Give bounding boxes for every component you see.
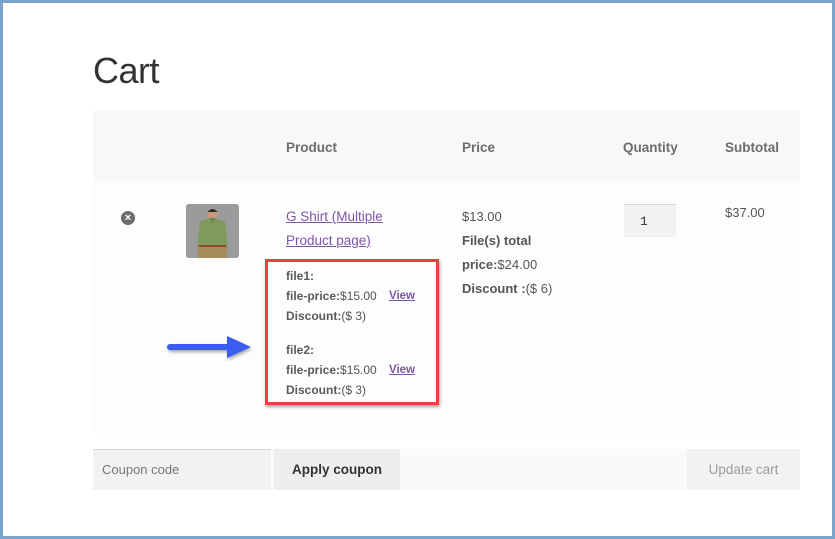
file-price: $15.00 [340, 363, 377, 377]
files-total-label: File(s) total [462, 233, 532, 248]
files-total-price: $24.00 [497, 257, 538, 272]
quantity-input[interactable]: 1 [624, 204, 676, 237]
total-discount-label: Discount : [462, 281, 526, 296]
file-discount: ($ 3) [341, 383, 367, 397]
file-price: $15.00 [340, 289, 377, 303]
view-file-link[interactable]: View [389, 360, 415, 380]
file-label: file2: [286, 343, 315, 357]
product-thumbnail[interactable] [186, 204, 239, 258]
file-price-label: file-price: [286, 289, 341, 303]
coupon-code-input[interactable]: Coupon code [93, 449, 271, 490]
arrow-annotation-icon [167, 336, 251, 358]
header-product: Product [286, 140, 338, 155]
shirt-model-image [186, 204, 239, 258]
file-label: file1: [286, 269, 315, 283]
header-quantity: Quantity [623, 140, 678, 155]
files-total-price-label: price: [462, 257, 498, 272]
update-cart-button[interactable]: Update cart [687, 449, 800, 490]
file-discount-label: Discount: [286, 309, 342, 323]
cart-table-header: Product Price Quantity Subtotal [93, 111, 800, 181]
file-price-label: file-price: [286, 363, 341, 377]
unit-price: $13.00 [462, 209, 502, 224]
header-price: Price [462, 140, 496, 155]
remove-item-icon[interactable]: × [121, 211, 135, 225]
apply-coupon-button[interactable]: Apply coupon [274, 449, 400, 490]
file-item: file1: file-price:$15.00 View Discount:($… [286, 266, 415, 326]
file-item: file2: file-price:$15.00 View Discount:($… [286, 340, 415, 400]
header-subtotal: Subtotal [725, 140, 779, 155]
subtotal-value: $37.00 [725, 205, 765, 220]
file-discount: ($ 3) [341, 309, 367, 323]
cart-item-row: × G Shirt (Multiple Product page) file1:… [93, 181, 800, 433]
file-discount-label: Discount: [286, 383, 342, 397]
price-cell: $13.00 File(s) total price:$24.00 Discou… [462, 205, 572, 301]
view-file-link[interactable]: View [389, 286, 415, 306]
total-discount: ($ 6) [525, 281, 553, 296]
page-title: Cart [93, 50, 160, 91]
product-name-link[interactable]: G Shirt (Multiple Product page) [286, 205, 416, 253]
files-highlight-box: file1: file-price:$15.00 View Discount:($… [265, 259, 439, 405]
